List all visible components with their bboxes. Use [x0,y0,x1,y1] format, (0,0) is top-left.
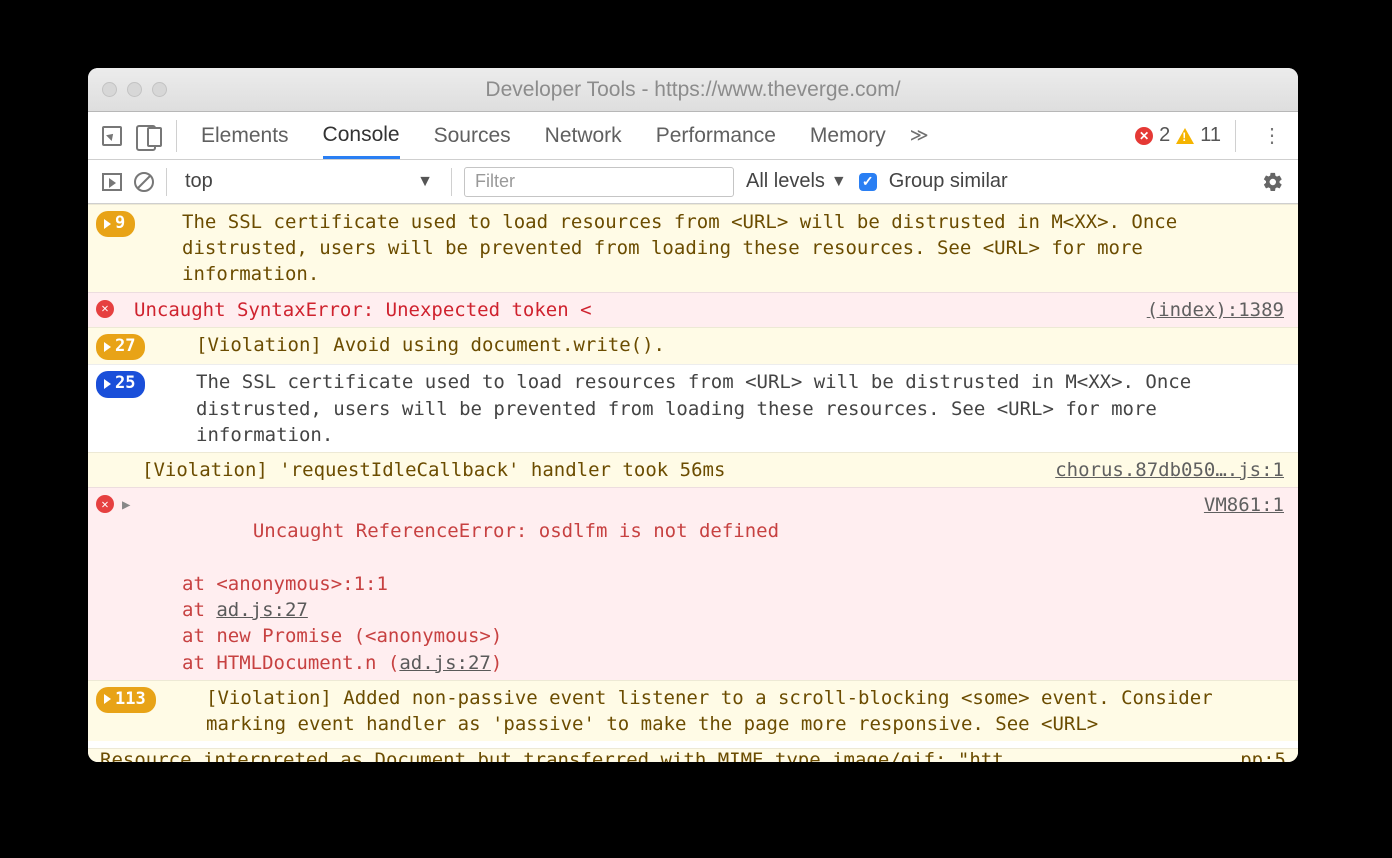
console-row[interactable]: 113 [Violation] Added non-passive event … [88,680,1298,741]
execution-context-selector[interactable]: top ▼ [179,170,439,193]
stack-trace: at <anonymous>:1:1 at ad.js:27 at new Pr… [182,571,1286,676]
error-count: 2 [1159,124,1170,147]
settings-menu-icon[interactable]: ⋮ [1260,123,1284,148]
error-icon: ✕ [96,495,114,513]
separator [166,168,167,196]
more-tabs-icon[interactable]: ≫ [910,125,929,146]
source-link[interactable]: chorus.87db050….js:1 [1055,457,1284,483]
source-link[interactable]: ad.js:27 [399,652,491,674]
expand-icon [104,342,111,352]
clear-console-icon[interactable] [134,172,154,192]
group-count-badge[interactable]: 113 [96,687,156,713]
message-text: [Violation] Added non-passive event list… [206,685,1286,737]
separator [176,120,177,152]
source-link[interactable]: (index):1389 [1147,297,1284,323]
group-count-badge[interactable]: 9 [96,211,135,237]
titlebar: Developer Tools - https://www.theverge.c… [88,68,1298,112]
group-count-badge[interactable]: 25 [96,371,145,397]
message-text: Uncaught SyntaxError: Unexpected token < [134,297,1286,323]
console-row-cutoff: Resource interpreted as Document but tra… [88,748,1298,762]
console-row[interactable]: 27 [Violation] Avoid using document.writ… [88,327,1298,364]
tab-console[interactable]: Console [323,113,400,159]
error-icon: ✕ [1135,127,1153,145]
filter-input[interactable] [464,167,734,197]
console-settings-icon[interactable] [1262,171,1284,193]
chevron-down-icon: ▼ [417,173,433,191]
message-text: Uncaught ReferenceError: osdlfm is not d… [253,520,779,542]
device-toolbar-icon[interactable] [136,125,162,147]
error-icon: ✕ [96,300,114,318]
issue-counts[interactable]: ✕ 2 11 [1135,124,1221,147]
expand-icon [104,219,111,229]
tab-sources[interactable]: Sources [434,114,511,158]
panel-tabs: Elements Console Sources Network Perform… [201,113,886,158]
badge-count: 25 [115,372,135,395]
toggle-console-sidebar-icon[interactable] [102,173,122,191]
console-row[interactable]: 25 The SSL certificate used to load reso… [88,364,1298,452]
group-count-badge[interactable]: 27 [96,334,145,360]
console-row[interactable]: [Violation] 'requestIdleCallback' handle… [88,452,1298,487]
message-text: The SSL certificate used to load resourc… [182,209,1286,288]
group-similar-label: Group similar [889,170,1008,193]
tab-network[interactable]: Network [545,114,622,158]
levels-label: All levels [746,170,825,193]
expand-icon [104,379,111,389]
chevron-down-icon: ▼ [831,173,847,191]
devtools-window: Developer Tools - https://www.theverge.c… [88,68,1298,762]
tab-elements[interactable]: Elements [201,114,289,158]
badge-count: 27 [115,335,135,358]
console-row[interactable]: 9 The SSL certificate used to load resou… [88,204,1298,292]
console-row[interactable]: ✕ Uncaught SyntaxError: Unexpected token… [88,292,1298,327]
console-row[interactable]: ✕ ▶ Uncaught ReferenceError: osdlfm is n… [88,487,1298,680]
log-levels-selector[interactable]: All levels ▼ [746,170,847,193]
tab-performance[interactable]: Performance [656,114,776,158]
context-label: top [185,170,213,193]
inspect-icon[interactable] [102,126,122,146]
expand-icon [104,694,111,704]
tab-memory[interactable]: Memory [810,114,886,158]
console-toolbar: top ▼ All levels ▼ ✓ Group similar [88,160,1298,204]
source-link[interactable]: ad.js:27 [216,599,308,621]
message-text: The SSL certificate used to load resourc… [196,369,1286,448]
message-text: [Violation] Avoid using document.write()… [196,332,1286,358]
group-similar-checkbox[interactable]: ✓ [859,173,877,191]
window-title: Developer Tools - https://www.theverge.c… [88,78,1298,102]
expand-icon[interactable]: ▶ [122,496,130,515]
badge-count: 9 [115,212,125,235]
separator [451,168,452,196]
console-log: 9 The SSL certificate used to load resou… [88,204,1298,762]
separator [1235,120,1236,152]
warning-count: 11 [1200,124,1221,147]
warning-icon [1176,128,1194,144]
panel-tabbar: Elements Console Sources Network Perform… [88,112,1298,160]
badge-count: 113 [115,688,146,711]
source-link[interactable]: VM861:1 [1204,492,1284,518]
